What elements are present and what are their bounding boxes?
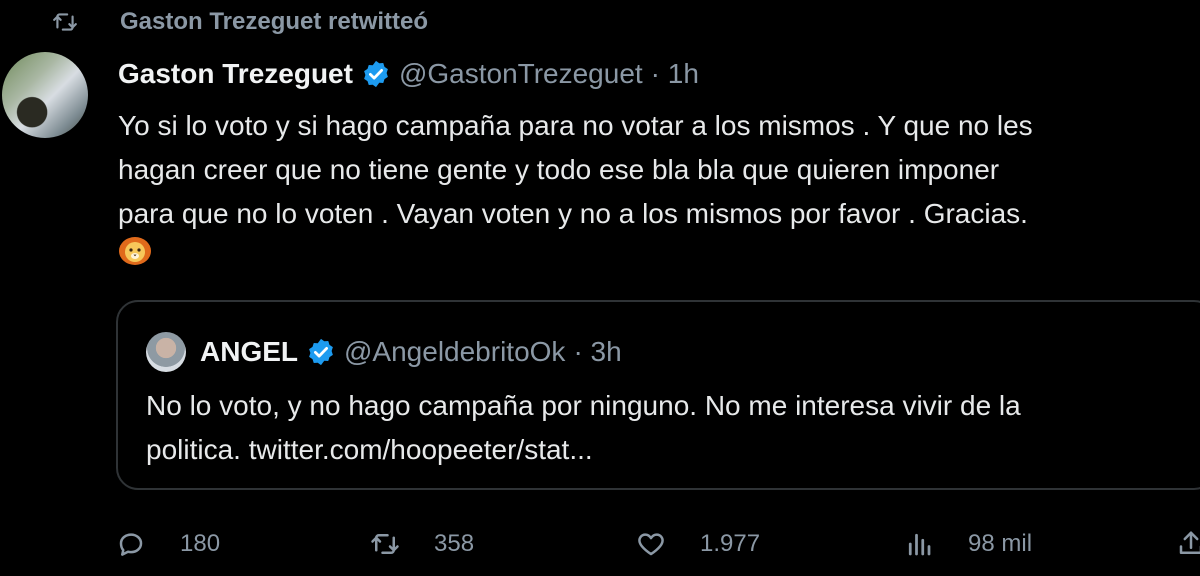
views-chart-icon — [908, 533, 931, 556]
verified-badge-icon — [364, 60, 388, 88]
tweet-header: Gaston Trezeguet @GastonTrezeguet · 1h — [118, 56, 699, 92]
heart-icon — [638, 533, 664, 556]
quoted-tweet[interactable]: ANGEL @AngeldebritoOk · 3h No lo voto, y… — [116, 300, 1200, 490]
quoted-author-handle: @AngeldebritoOk — [344, 336, 566, 367]
verified-badge-icon — [309, 338, 333, 366]
lion-face-icon — [119, 237, 151, 265]
retweet-icon — [371, 534, 399, 554]
views-button[interactable]: 98 mil — [904, 520, 1032, 568]
author-avatar[interactable] — [2, 52, 88, 138]
views-count: 98 mil — [968, 530, 1033, 557]
tweet-text-line: para que no lo voten . Vayan voten y no … — [118, 198, 1028, 229]
tweet-text: Yo si lo voto y si hago campaña para no … — [118, 104, 1198, 236]
retweet-text[interactable]: Gaston Trezeguet retwitteó — [120, 8, 428, 36]
like-count: 1.977 — [700, 530, 761, 557]
quoted-author-name: ANGEL — [200, 336, 298, 367]
share-button[interactable] — [1176, 520, 1200, 568]
reply-count: 180 — [180, 530, 221, 557]
author-handle[interactable]: @GastonTrezeguet — [399, 58, 643, 90]
retweet-icon — [53, 13, 77, 31]
retweet-count: 358 — [434, 530, 475, 557]
tweet-time[interactable]: · 1h — [651, 58, 699, 90]
tweet-text-line: Yo si lo voto y si hago campaña para no … — [118, 110, 1033, 141]
reply-icon — [119, 533, 143, 556]
like-button[interactable]: 1.977 — [636, 520, 760, 568]
quoted-tweet-time: · 3h — [573, 336, 622, 367]
share-icon — [1179, 531, 1200, 554]
quoted-tweet-header: ANGEL @AngeldebritoOk · 3h — [146, 332, 622, 372]
author-name[interactable]: Gaston Trezeguet — [118, 58, 353, 90]
reply-button[interactable]: 180 — [116, 520, 220, 568]
action-bar: 180 358 1.977 98 mil — [0, 520, 1200, 568]
quoted-tweet-text: No lo voto, y no hago campaña por ningun… — [146, 384, 1021, 472]
retweet-indicator: Gaston Trezeguet retwitteó — [50, 4, 428, 40]
quoted-text-line: politica. twitter.com/hoopeeter/stat... — [146, 434, 593, 465]
tweet-text-line: hagan creer que no tiene gente y todo es… — [118, 154, 1000, 185]
quoted-author-avatar — [146, 332, 186, 372]
quoted-text-line: No lo voto, y no hago campaña por ningun… — [146, 390, 1021, 421]
retweet-button[interactable]: 358 — [370, 520, 474, 568]
